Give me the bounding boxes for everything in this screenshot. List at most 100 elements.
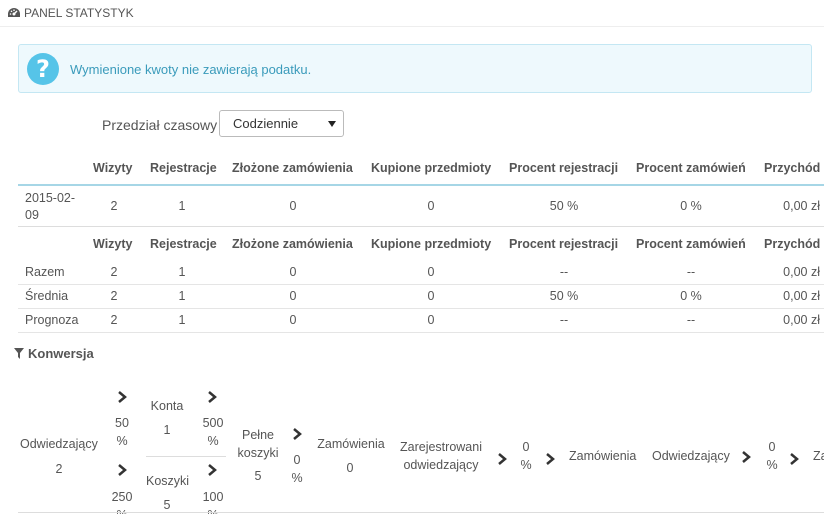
row-date: 2015-02- 09: [25, 190, 75, 224]
dashboard-icon: [8, 8, 20, 17]
row-label: Średnia: [25, 289, 69, 303]
col-header-registration-rate: Procent rejestracji: [509, 237, 619, 251]
pct-0b-unit: %: [520, 458, 532, 472]
col-header-registrations: Rejestracje: [150, 237, 217, 251]
pct-500: 500 %: [200, 414, 226, 450]
col-header-orders-placed: Złożone zamówienia: [232, 237, 353, 251]
info-alert: ? Wymienione kwoty nie zawierają podatku…: [18, 44, 812, 93]
pct-0c: 0 %: [763, 438, 781, 474]
pct-0b-value: 0: [522, 440, 530, 454]
pct-0b: 0 %: [517, 438, 535, 474]
cell-registrations: 1: [178, 199, 186, 213]
caret-down-icon: [328, 121, 336, 127]
pct-carts-value: 250: [111, 490, 133, 504]
cell-visits: 2: [110, 199, 118, 213]
full-carts-line1: Pełne: [242, 428, 274, 442]
chevron-right-icon: [546, 453, 555, 465]
cell-visits: 2: [110, 289, 118, 303]
registered-line2: odwiedzający: [403, 458, 479, 472]
cell-order-rate: 0 %: [680, 199, 702, 213]
col-header-visits: Wizyty: [93, 161, 133, 175]
pct-0a-value: 0: [293, 453, 301, 467]
orders-label: Zamówienia: [317, 437, 385, 451]
col-header-registration-rate: Procent rejestracji: [509, 161, 619, 175]
funnel-divider: [146, 456, 226, 457]
pct-accounts-value: 50: [115, 416, 129, 430]
cell-registration-rate: --: [559, 313, 569, 327]
chevron-right-icon: [208, 464, 217, 476]
accounts-label: Konta: [150, 399, 184, 413]
cell-items: 0: [427, 289, 435, 303]
cell-items: 0: [427, 199, 435, 213]
col-header-order-rate: Procent zamówień: [636, 161, 746, 175]
chevron-right-icon: [742, 451, 751, 463]
cell-visits: 2: [110, 265, 118, 279]
pct-0a-unit: %: [291, 471, 303, 485]
visitors2-label: Odwiedzający: [652, 449, 730, 463]
alert-message: Wymienione kwoty nie zawierają podatku.: [70, 62, 312, 77]
cell-orders: 0: [289, 313, 297, 327]
cell-items: 0: [427, 265, 435, 279]
row-divider: [18, 308, 824, 309]
chevron-right-icon: [498, 453, 507, 465]
row-date-line2: 09: [25, 208, 39, 222]
chevron-right-icon: [293, 428, 302, 440]
cell-revenue: 0,00 zł: [783, 313, 820, 327]
row-label: Razem: [25, 265, 65, 279]
trailing-label: Za: [813, 449, 824, 463]
cell-orders: 0: [289, 289, 297, 303]
full-carts-value: 5: [254, 469, 262, 483]
cell-order-rate: --: [686, 313, 696, 327]
cell-order-rate: --: [686, 265, 696, 279]
pct-accounts-unit: %: [116, 434, 128, 448]
cell-registration-rate: 50 %: [549, 199, 579, 213]
cell-registrations: 1: [178, 313, 186, 327]
pct-carts: 250 %: [108, 488, 136, 514]
accounts-value: 1: [163, 423, 171, 437]
cell-items: 0: [427, 313, 435, 327]
col-header-revenue: Przychód: [764, 161, 821, 175]
cell-revenue: 0,00 zł: [783, 265, 820, 279]
carts-label: Koszyki: [146, 474, 190, 488]
pct-500-unit: %: [207, 434, 219, 448]
full-carts-label: Pełne koszyki: [236, 426, 280, 462]
filter-icon: [14, 348, 24, 359]
cell-orders: 0: [289, 199, 297, 213]
cell-registrations: 1: [178, 289, 186, 303]
pct-0c-unit: %: [766, 458, 778, 472]
row-divider: [18, 226, 824, 227]
pct-100: 100 %: [200, 488, 226, 514]
col-header-items-bought: Kupione przedmioty: [371, 237, 492, 251]
pct-100-value: 100: [202, 490, 224, 504]
col-header-orders-placed: Złożone zamówienia: [232, 161, 353, 175]
time-range-selected: Codziennie: [233, 116, 299, 131]
row-date-line1: 2015-02-: [25, 191, 76, 205]
cell-orders: 0: [289, 265, 297, 279]
pct-0c-value: 0: [768, 440, 776, 454]
registered-visitors-label: Zarejestrowani odwiedzający: [398, 438, 484, 474]
chevron-right-icon: [790, 453, 799, 465]
time-range-select[interactable]: Codziennie: [219, 110, 344, 137]
cell-registration-rate: --: [559, 265, 569, 279]
visitors-label: Odwiedzający: [20, 437, 98, 451]
conversion-heading: Konwersja: [14, 346, 94, 361]
chevron-right-icon: [118, 391, 127, 403]
table-header-divider: [18, 184, 824, 186]
cell-registrations: 1: [178, 265, 186, 279]
full-carts-line2: koszyki: [237, 446, 279, 460]
conversion-title: Konwersja: [28, 346, 94, 361]
orders-value: 0: [346, 461, 354, 475]
row-divider: [18, 332, 824, 333]
col-header-items-bought: Kupione przedmioty: [371, 161, 492, 175]
cell-revenue: 0,00 zł: [783, 199, 820, 213]
pct-0a: 0 %: [288, 451, 306, 487]
col-header-registrations: Rejestracje: [150, 161, 217, 175]
pct-accounts: 50 %: [112, 414, 132, 450]
pct-500-value: 500: [202, 416, 224, 430]
chevron-right-icon: [118, 464, 127, 476]
row-label: Prognoza: [25, 313, 79, 327]
chevron-right-icon: [208, 391, 217, 403]
col-header-visits: Wizyty: [93, 237, 133, 251]
time-range-label: Przedział czasowy: [102, 117, 218, 133]
header-divider: [0, 26, 824, 27]
